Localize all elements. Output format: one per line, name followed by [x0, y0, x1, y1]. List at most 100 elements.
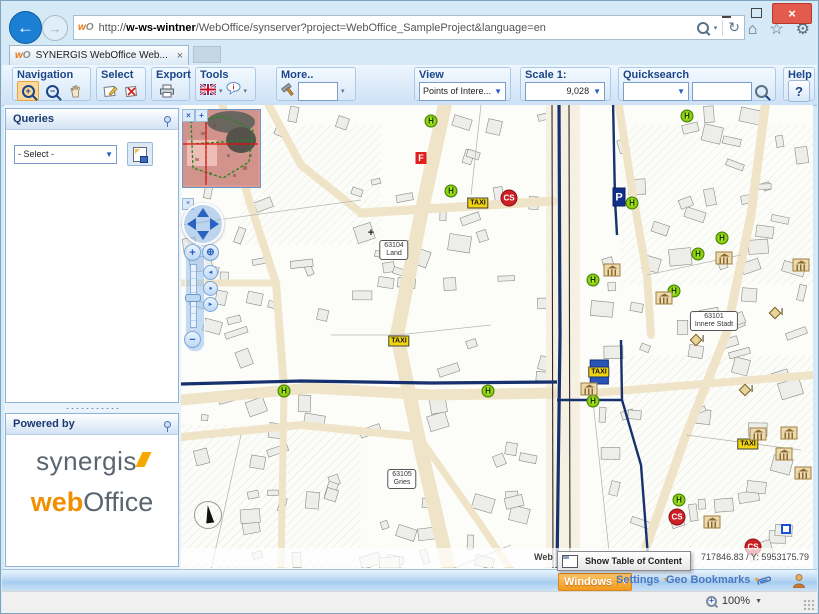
map-marker-museum[interactable]: [781, 427, 798, 440]
map-marker-f[interactable]: F: [416, 152, 427, 164]
map-marker-museum[interactable]: [750, 428, 767, 441]
back-button[interactable]: ←: [9, 11, 42, 44]
zoom-in-button[interactable]: +: [17, 81, 39, 101]
quicksearch-go-icon[interactable]: [755, 85, 768, 98]
map-marker-cs[interactable]: CS: [501, 190, 518, 207]
new-tab-button[interactable]: [193, 46, 221, 63]
url-text[interactable]: http://w-ws-wintner/WebOffice/synserver?…: [99, 22, 693, 34]
panel-splitter[interactable]: [4, 404, 181, 412]
map-marker-plus[interactable]: +: [368, 227, 374, 239]
map-marker-museum[interactable]: [704, 516, 721, 529]
map-marker-taxi[interactable]: TAXI: [467, 198, 488, 209]
pan-down-icon[interactable]: [197, 231, 209, 240]
map-marker-diamond[interactable]: [690, 334, 703, 347]
print-button[interactable]: [156, 82, 178, 100]
map-marker-north[interactable]: [194, 501, 222, 529]
next-extent-button[interactable]: ►: [203, 297, 218, 312]
chevron-down-icon: ▼: [677, 87, 685, 96]
queries-panel-header[interactable]: Queries: [6, 109, 178, 130]
user-profile-button[interactable]: [792, 573, 806, 588]
address-bar[interactable]: wO http://w-ws-wintner/WebOffice/synserv…: [73, 15, 745, 40]
map-marker-h[interactable]: H: [716, 232, 729, 245]
window-icon: [562, 555, 578, 568]
map-marker-diamond[interactable]: [739, 384, 752, 397]
zoom-slider-handle[interactable]: [185, 294, 201, 302]
previous-extent-button[interactable]: ◄: [203, 265, 218, 280]
close-button[interactable]: ×: [772, 3, 812, 24]
map-marker-h[interactable]: H: [626, 197, 639, 210]
toolbar-group-tools: Tools ▾ i ▾: [195, 67, 256, 101]
quicksearch-select[interactable]: ▼: [623, 82, 689, 101]
map-marker-h[interactable]: H: [681, 110, 694, 123]
map-marker-h[interactable]: H: [587, 395, 600, 408]
map-marker-h[interactable]: H: [692, 248, 705, 261]
map-district-label: 63104Land: [379, 240, 408, 260]
map-marker-museum[interactable]: [716, 252, 733, 265]
map-marker-taxi[interactable]: TAXI: [388, 336, 409, 347]
overview-close-icon[interactable]: ×: [182, 109, 195, 122]
queries-select[interactable]: - Select -▼: [14, 145, 117, 164]
query-form-button[interactable]: [127, 142, 153, 166]
pan-compass[interactable]: [182, 203, 224, 245]
overview-move-icon[interactable]: +: [195, 109, 208, 122]
browser-tab[interactable]: wO SYNERGIS WebOffice Web... ×: [9, 45, 189, 65]
map-marker-museum[interactable]: [795, 467, 812, 480]
map-marker-museum[interactable]: [581, 383, 598, 396]
map-marker-museum[interactable]: [793, 259, 810, 272]
info-balloon-button[interactable]: i: [226, 82, 241, 100]
search-icon[interactable]: [697, 22, 709, 34]
language-dropdown-icon[interactable]: ▾: [219, 87, 223, 95]
zoom-out-button[interactable]: −: [42, 82, 62, 100]
geo-bookmarks-menu-button[interactable]: Geo Bookmarks▼: [666, 574, 760, 586]
show-toc-menu-item[interactable]: Show Table of Content: [557, 551, 691, 571]
tab-close-icon[interactable]: ×: [177, 50, 183, 62]
zoom-dropdown-icon[interactable]: ▼: [755, 598, 762, 605]
overview-map[interactable]: × +: [182, 109, 261, 188]
pan-left-icon[interactable]: [187, 218, 196, 230]
map-marker-h[interactable]: H: [587, 274, 600, 287]
zoom-out-map-button[interactable]: −: [184, 331, 201, 348]
resize-grip[interactable]: [803, 599, 815, 611]
search-dropdown-icon[interactable]: ▾: [714, 24, 718, 32]
map-marker-h[interactable]: H: [425, 115, 438, 128]
info-dropdown-icon[interactable]: ▾: [244, 87, 248, 95]
map-marker-h[interactable]: H: [673, 494, 686, 507]
pan-right-icon[interactable]: [210, 218, 219, 230]
map-marker-taxi-stack[interactable]: TAXI: [588, 367, 609, 378]
select-clear-button[interactable]: [123, 82, 142, 100]
help-button[interactable]: ?: [788, 80, 810, 102]
maximize-button[interactable]: [742, 3, 770, 22]
map-marker-museum[interactable]: [776, 448, 793, 461]
view-label: View: [419, 69, 506, 81]
pan-button[interactable]: [66, 82, 86, 100]
full-extent-button[interactable]: ⊕: [202, 244, 219, 261]
pin-icon[interactable]: [164, 116, 171, 123]
more-tools-select[interactable]: [298, 82, 338, 101]
map-marker-museum[interactable]: [656, 292, 673, 305]
map-marker-cs[interactable]: CS: [669, 509, 686, 526]
settings-menu-button[interactable]: Settings▼: [616, 574, 669, 586]
map-marker-p[interactable]: P: [613, 188, 626, 207]
scale-input[interactable]: 9,028▼: [525, 82, 605, 101]
map-marker-h[interactable]: H: [278, 385, 291, 398]
map-marker-h[interactable]: H: [482, 385, 495, 398]
map-marker-museum[interactable]: [604, 264, 621, 277]
pin-icon[interactable]: [164, 421, 171, 428]
map-marker-h[interactable]: H: [445, 185, 458, 198]
more-dropdown-icon[interactable]: ▾: [341, 87, 345, 95]
pan-up-icon[interactable]: [197, 208, 209, 217]
browser-zoom-control[interactable]: + 100% ▼: [706, 595, 762, 607]
attachment-button[interactable]: [757, 572, 771, 589]
language-flag-button[interactable]: [200, 82, 216, 100]
zoom-in-map-button[interactable]: +: [184, 244, 201, 261]
forward-button[interactable]: →: [42, 15, 68, 41]
center-button[interactable]: ●: [203, 281, 218, 296]
map-marker-diamond[interactable]: [769, 307, 782, 320]
minimize-button[interactable]: [712, 3, 740, 22]
map-marker-bluesq[interactable]: [781, 524, 791, 534]
select-draw-button[interactable]: [101, 82, 120, 100]
powered-by-header[interactable]: Powered by: [6, 414, 178, 435]
map-viewport[interactable]: HHHHHHHHHHHHTAXITAXITAXITAXICSCSCSFP+631…: [181, 105, 813, 569]
quicksearch-input[interactable]: [692, 82, 752, 101]
view-select[interactable]: Points of Intere...▼: [419, 82, 506, 101]
